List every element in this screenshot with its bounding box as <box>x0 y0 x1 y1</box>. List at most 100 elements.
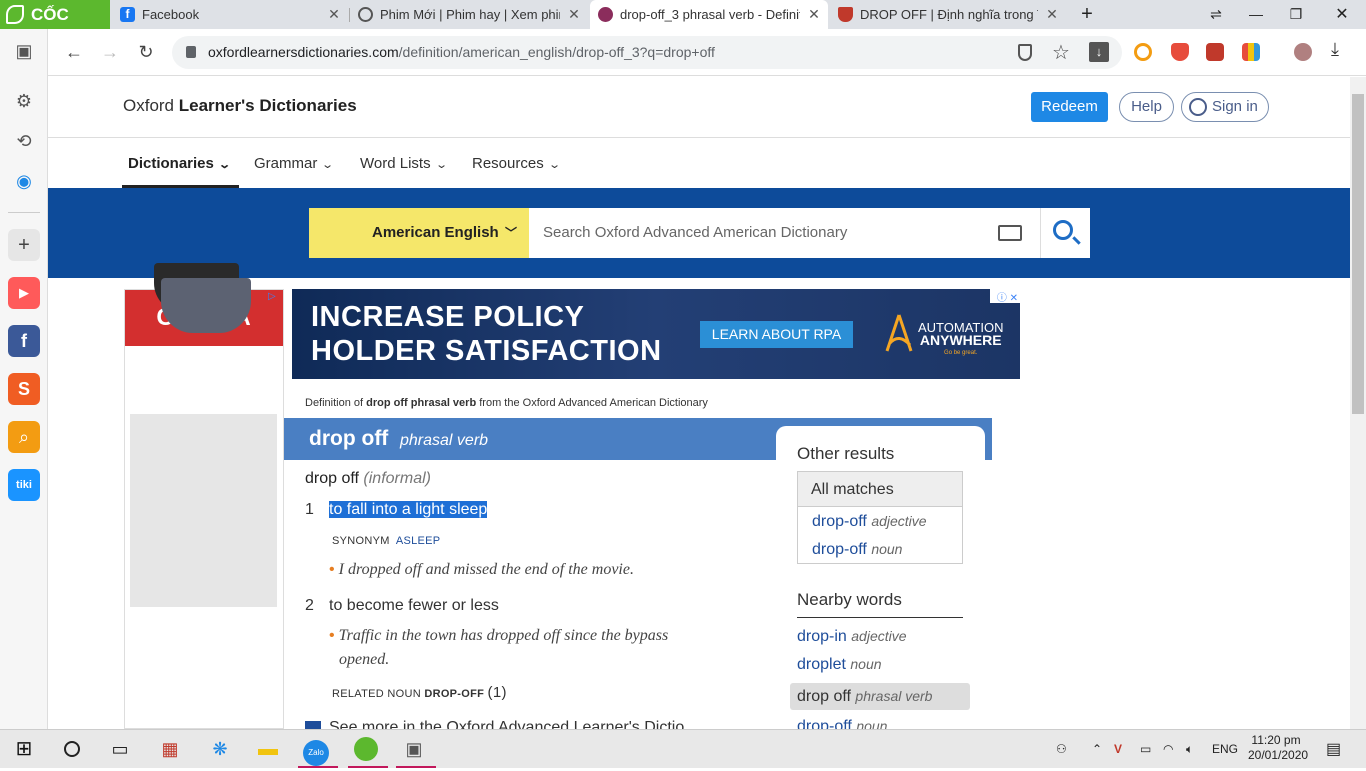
task-view-icon[interactable]: ▭ <box>104 733 136 765</box>
ad-cta-button[interactable]: LEARN ABOUT RPA <box>700 321 853 348</box>
nav-word-lists[interactable]: Word Lists ⌄ <box>360 155 448 172</box>
facebook-sidebar-icon[interactable]: f <box>8 325 40 357</box>
all-matches-header[interactable]: All matches <box>798 472 962 507</box>
close-tab-icon[interactable]: ✕ <box>326 0 342 29</box>
coccoc-logo[interactable]: CỐC CỐC <box>0 0 110 53</box>
related-link[interactable]: DROP-OFF <box>424 688 484 700</box>
reload-icon[interactable]: ↻ <box>132 38 160 66</box>
settings-icon[interactable]: ⚙ <box>8 85 40 117</box>
web-page: Oxford Learner's Dictionaries Redeem Hel… <box>48 77 1350 729</box>
coccoc-taskbar-icon[interactable] <box>350 733 382 765</box>
nav-resources[interactable]: Resources ⌄ <box>472 155 561 172</box>
show-hidden-icons[interactable]: ⌃ <box>1092 730 1102 769</box>
new-tab-button[interactable]: + <box>1067 0 1107 29</box>
extension-chrome-icon[interactable] <box>1134 43 1152 61</box>
nearby-word-link[interactable]: drop-in adjective <box>797 628 907 646</box>
file-explorer-icon[interactable]: ▬ <box>252 733 284 765</box>
tab-strip: CỐC CỐC f Facebook ✕ Phim Mới | Phim hay… <box>0 0 1366 53</box>
app-blue-icon[interactable]: ❋ <box>204 733 236 765</box>
site-title[interactable]: Oxford Learner's Dictionaries <box>123 96 357 116</box>
sidebar-toggle-icon[interactable]: ▣ <box>8 35 40 67</box>
tab-phimmoi[interactable]: Phim Mới | Phim hay | Xem phim n ✕ <box>350 0 588 29</box>
language-indicator[interactable]: ENG <box>1212 730 1238 769</box>
sense-definition: to fall into a light sleep <box>329 501 488 518</box>
forward-icon[interactable]: → <box>96 38 124 66</box>
app-red-icon[interactable]: ▦ <box>154 733 186 765</box>
zalo-icon[interactable]: Zalo <box>300 733 332 766</box>
tiki-icon[interactable]: tiki <box>8 469 40 501</box>
nav-grammar[interactable]: Grammar ⌄ <box>254 155 334 172</box>
canifa-ad[interactable]: CANIFA ▷ <box>124 289 284 729</box>
volume-icon[interactable]: 🔈︎ <box>1186 730 1193 769</box>
film-reel-icon <box>358 7 373 22</box>
windows-taskbar: ⊞ ▭ ▦ ❋ ▬ Zalo ▣ ⚇ ⌃ V ▭ ◠ 🔈︎ ENG 11:20 … <box>0 729 1366 768</box>
notifications-icon[interactable]: ▤ <box>1326 730 1341 769</box>
synonym-link[interactable]: ASLEEP <box>396 535 441 547</box>
ad-brand: AUTOMATION ANYWHERE Go be great. <box>918 320 1004 356</box>
redeem-button[interactable]: Redeem <box>1031 92 1108 122</box>
extension-grid-icon[interactable] <box>1242 43 1260 61</box>
history-icon[interactable]: ⟲ <box>8 125 40 157</box>
dictionary-select[interactable]: American English ﹀ <box>309 208 529 258</box>
tab-cambridge[interactable]: DROP OFF | Định nghĩa trong Từ đ ✕ <box>830 0 1066 29</box>
nearby-word-current[interactable]: drop off phrasal verb <box>790 683 970 710</box>
windows-start-icon[interactable]: ⊞ <box>8 733 40 765</box>
ad-close-icon[interactable]: ⓘ ✕ <box>990 289 1020 304</box>
facebook-icon: f <box>120 7 135 22</box>
adchoices-icon[interactable]: ▷ <box>268 291 282 303</box>
cortana-search-icon[interactable] <box>56 733 88 765</box>
tab-title: Facebook <box>142 7 200 22</box>
tab-oxford[interactable]: drop-off_3 phrasal verb - Definitio ✕ <box>590 0 828 29</box>
messenger-icon[interactable]: ◉ <box>8 165 40 197</box>
match-link[interactable]: drop-off adjective <box>812 513 927 531</box>
bookmark-star-icon[interactable]: ☆ <box>1052 40 1070 65</box>
nearby-word-link[interactable]: droplet noun <box>797 656 882 674</box>
tab-menu-icon[interactable]: ⇌ <box>1196 0 1236 29</box>
example-sentence: • I dropped off and missed the end of the… <box>329 561 634 578</box>
search-input[interactable]: Search Oxford Advanced American Dictiona… <box>529 208 1040 258</box>
search-button[interactable] <box>1040 208 1090 258</box>
help-button[interactable]: Help <box>1119 92 1174 122</box>
keyboard-icon[interactable] <box>998 225 1022 241</box>
unikey-icon[interactable]: V <box>1114 730 1122 769</box>
tab-facebook[interactable]: f Facebook ✕ <box>112 0 348 29</box>
youtube-icon[interactable]: ▶ <box>8 277 40 309</box>
add-panel-icon[interactable]: + <box>8 229 40 261</box>
extension-red-icon[interactable] <box>1206 43 1224 61</box>
browser-sidebar: ▣ ⚙ ⟲ ◉ + ▶ f S ⌕ tiki <box>0 29 48 729</box>
shield-icon[interactable] <box>1018 44 1032 61</box>
cambridge-icon <box>838 7 853 22</box>
match-link[interactable]: drop-off noun <box>812 541 902 559</box>
synonym: SYNONYM ASLEEP <box>332 535 441 547</box>
scrollbar-thumb[interactable] <box>1352 94 1364 414</box>
minimize-icon[interactable]: — <box>1236 0 1276 29</box>
close-tab-icon[interactable]: ✕ <box>566 0 582 29</box>
ad-product-image[interactable] <box>130 414 277 607</box>
search-app-icon[interactable]: ⌕ <box>8 421 40 453</box>
clock[interactable]: 11:20 pm 20/01/2020 <box>1248 733 1308 763</box>
sign-in-button[interactable]: Sign in <box>1181 92 1269 122</box>
wifi-icon[interactable]: ◠ <box>1163 730 1173 769</box>
ad-headline: INCREASE POLICY HOLDER SATISFACTION <box>311 301 662 367</box>
search-placeholder: Search Oxford Advanced American Dictiona… <box>543 224 848 241</box>
address-bar[interactable]: oxfordlearnersdictionaries.com/definitio… <box>172 36 1122 69</box>
nearby-word-link[interactable]: drop-off noun <box>797 718 887 729</box>
automation-anywhere-logo-icon <box>885 314 913 352</box>
app-gray-icon[interactable]: ▣ <box>398 733 430 765</box>
back-icon[interactable]: ← <box>60 38 88 66</box>
restore-icon[interactable]: ❐ <box>1276 0 1316 29</box>
battery-icon[interactable]: ▭ <box>1140 730 1151 769</box>
shopee-icon[interactable]: S <box>8 373 40 405</box>
profile-avatar[interactable] <box>1294 43 1312 61</box>
close-tab-icon[interactable]: ✕ <box>1044 0 1060 29</box>
people-icon[interactable]: ⚇ <box>1056 730 1067 769</box>
adblock-icon[interactable] <box>1171 43 1189 61</box>
page-scrollbar[interactable] <box>1350 77 1366 729</box>
close-window-icon[interactable]: ✕ <box>1322 0 1362 29</box>
downloads-icon[interactable]: ⤓ <box>1331 39 1349 59</box>
nav-dictionaries[interactable]: Dictionaries ⌄ <box>128 155 231 172</box>
download-page-icon[interactable]: ↓ <box>1089 42 1109 62</box>
see-more-link[interactable]: See more in the Oxford Advanced Learner'… <box>305 719 684 729</box>
close-tab-icon[interactable]: ✕ <box>806 0 822 29</box>
rpa-ad-banner[interactable]: INCREASE POLICY HOLDER SATISFACTION LEARN… <box>292 289 1020 379</box>
